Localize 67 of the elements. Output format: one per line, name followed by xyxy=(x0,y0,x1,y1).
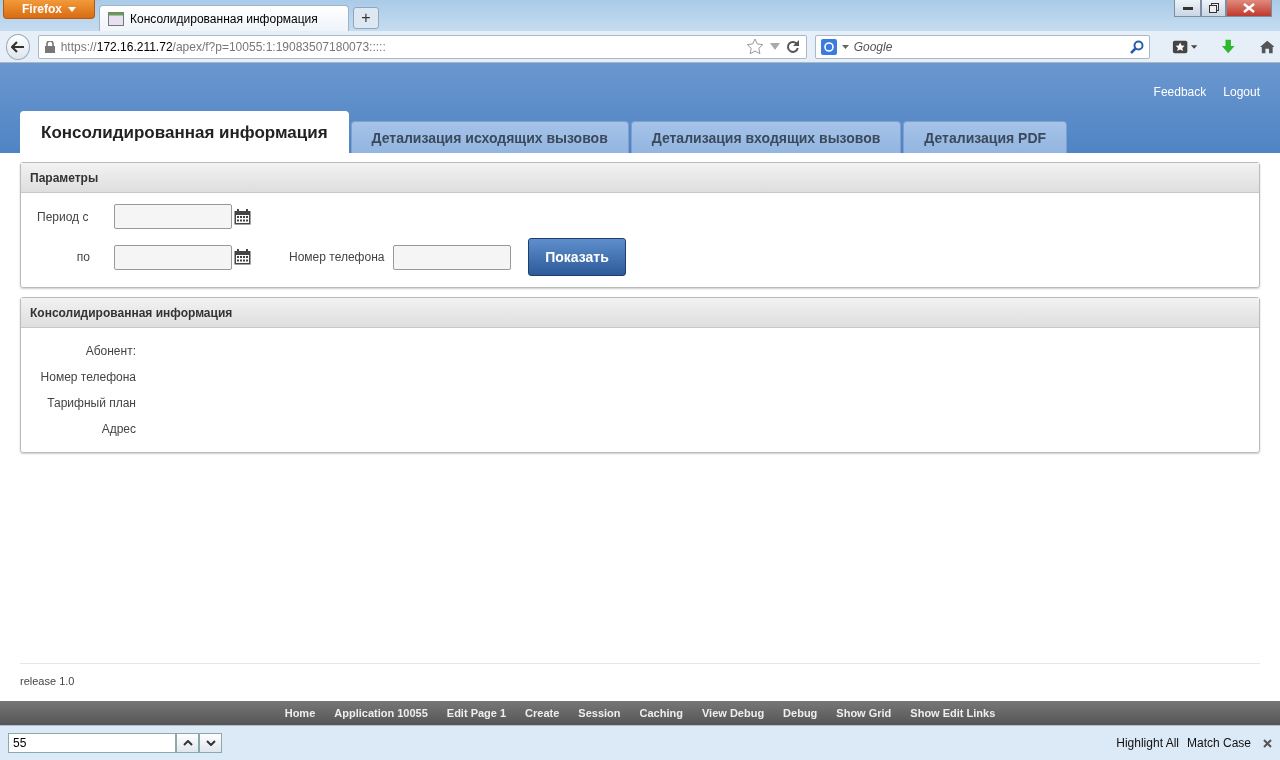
calendar-icon[interactable] xyxy=(234,208,251,225)
restore-icon xyxy=(1208,3,1219,13)
field-label: по xyxy=(76,250,91,264)
search-icon[interactable] xyxy=(1130,39,1144,54)
page-icon xyxy=(108,11,124,26)
toolbar-link[interactable]: Caching xyxy=(639,707,683,719)
info-label: Номер телефона xyxy=(40,370,136,384)
date-to-field[interactable] xyxy=(114,244,232,270)
reload-icon[interactable] xyxy=(785,39,800,54)
find-option[interactable]: Highlight All xyxy=(1116,736,1179,750)
toolbar-link[interactable]: Home xyxy=(284,707,316,719)
header-link[interactable]: Logout xyxy=(1223,85,1260,99)
close-button[interactable] xyxy=(1263,738,1272,748)
toolbar-link[interactable]: Debug xyxy=(783,707,818,719)
restore-button[interactable] xyxy=(1201,0,1226,17)
page-tab[interactable]: Детализация входящих вызовов xyxy=(630,121,902,153)
find-previous-button[interactable] xyxy=(176,733,199,753)
find-next-button[interactable] xyxy=(199,733,222,753)
page-tab[interactable]: Детализация PDF xyxy=(903,121,1068,153)
field-label: Период с xyxy=(36,209,89,224)
phone-field[interactable] xyxy=(393,244,511,270)
minimize-icon xyxy=(1182,6,1193,10)
info-label: Абонент: xyxy=(85,344,136,358)
new-tab-button[interactable]: + xyxy=(353,7,379,29)
home-icon[interactable] xyxy=(1259,38,1274,55)
find-option[interactable]: Match Case xyxy=(1186,736,1251,750)
tab-title: Консолидированная информация xyxy=(130,11,318,26)
toolbar-link[interactable]: Application 10055 xyxy=(334,707,428,719)
calendar-icon[interactable] xyxy=(234,249,251,265)
search-placeholder: Google xyxy=(853,39,893,54)
field-label: Номер телефона xyxy=(288,250,385,264)
find-field[interactable]: 55 xyxy=(8,733,176,753)
toolbar-link[interactable]: Show Grid xyxy=(836,707,892,719)
lock-icon xyxy=(44,40,55,53)
url-text: https://172.16.211.72/apex/f?p=10055:1:19083507180073::::: xyxy=(60,39,386,54)
minimize-button[interactable] xyxy=(1174,0,1201,17)
search-field[interactable]: Google xyxy=(814,34,1150,59)
star-icon[interactable] xyxy=(745,38,764,55)
toolbar-link[interactable]: Show Edit Links xyxy=(910,707,996,719)
firefox-menu-button[interactable]: Firefox xyxy=(3,0,95,19)
dropdown-icon[interactable] xyxy=(841,44,849,49)
toolbar-link[interactable]: Session xyxy=(578,707,621,719)
release-text: release 1.0 xyxy=(20,674,75,687)
down-chevron-icon xyxy=(205,740,216,746)
back-button[interactable] xyxy=(6,33,30,60)
close-button[interactable] xyxy=(1226,0,1272,17)
panel-title: Параметры xyxy=(30,170,99,185)
date-from-field[interactable] xyxy=(114,204,232,229)
search-engine-icon[interactable] xyxy=(820,38,837,55)
header-link[interactable]: Feedback xyxy=(1153,85,1207,99)
toolbar-link[interactable]: View Debug xyxy=(701,707,765,719)
show-button[interactable]: Показать xyxy=(528,238,626,276)
close-icon xyxy=(1263,738,1272,748)
toolbar-link[interactable]: Edit Page 1 xyxy=(446,707,507,719)
info-label: Тарифный план xyxy=(47,396,136,410)
address-bar[interactable]: https://172.16.211.72/apex/f?p=10055:1:19083507180073::::: xyxy=(37,34,807,59)
browser-tab[interactable]: Консолидированная информация xyxy=(99,5,349,31)
close-icon xyxy=(1243,3,1255,13)
bookmarks-icon[interactable] xyxy=(1172,38,1200,55)
back-arrow-icon xyxy=(10,40,25,53)
info-label: Адрес xyxy=(101,422,136,436)
up-chevron-icon xyxy=(182,740,193,746)
panel-title: Консолидированная информация xyxy=(30,305,233,320)
page-tab[interactable]: Консолидированная информация xyxy=(20,111,349,153)
page-tab[interactable]: Детализация исходящих вызовов xyxy=(350,121,629,153)
caret-icon xyxy=(68,6,76,12)
toolbar-link[interactable]: Create xyxy=(525,707,560,719)
